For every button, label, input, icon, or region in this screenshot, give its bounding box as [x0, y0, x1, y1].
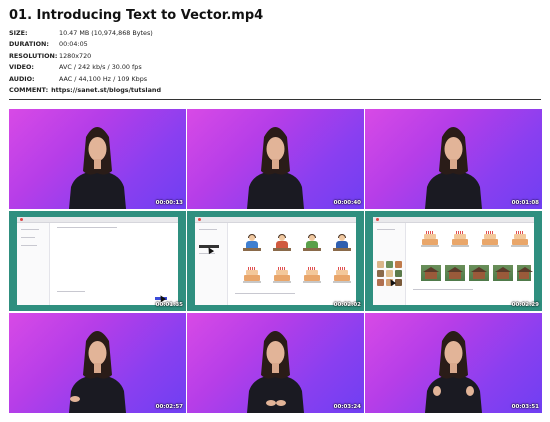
meta-resolution: RESOLUTION: 1280x720 — [9, 51, 161, 62]
kid-illustration-icon — [243, 234, 261, 253]
meta-size-value: 10.47 MB (10,974,868 Bytes) — [59, 29, 153, 37]
cake-illustration-icon — [481, 231, 499, 247]
thumbnail-timestamp: 00:02:02 — [333, 302, 361, 308]
thumbnail-speaker[interactable]: 00:00:40 — [187, 109, 364, 209]
presenter-figure — [247, 331, 304, 413]
meta-video-label: VIDEO: — [9, 63, 34, 72]
thumbnail-grid: 00:00:13 00:00:40 00:01:08 00:01:35 00:0… — [9, 109, 542, 413]
window-sidebar — [373, 223, 406, 305]
meta-video-value: AVC / 242 kb/s / 30.00 fps — [59, 63, 142, 72]
meta-duration-label: DURATION: — [9, 40, 49, 49]
thumbnail-speaker[interactable]: 00:02:57 — [9, 313, 186, 413]
kid-illustration-icon — [273, 234, 291, 253]
app-window — [373, 217, 534, 305]
presenter-figure — [247, 127, 304, 209]
meta-size: SIZE: 10.47 MB (10,974,868 Bytes) — [9, 28, 161, 39]
presenter-figure — [69, 127, 126, 209]
thumbnail-speaker[interactable]: 00:03:51 — [365, 313, 542, 413]
thumbnail-speaker[interactable]: 00:01:08 — [365, 109, 542, 209]
cabin-illustration-icon — [517, 265, 533, 281]
thumbnail-screen[interactable]: 00:02:02 — [187, 211, 364, 311]
cabin-illustration-icon — [421, 265, 441, 281]
window-sidebar — [17, 223, 50, 305]
kid-illustration-icon — [333, 234, 351, 253]
thumbnail-screen[interactable]: 00:01:35 — [9, 211, 186, 311]
meta-duration-value: 00:04:05 — [59, 40, 88, 49]
presenter-figure — [425, 127, 482, 209]
cake-illustration-icon — [511, 231, 529, 247]
meta-resolution-value: 1280x720 — [59, 51, 92, 60]
cake-illustration-icon — [243, 267, 261, 283]
cabin-illustration-icon — [469, 265, 489, 281]
meta-resolution-label: RESOLUTION: — [9, 51, 58, 60]
meta-comment: COMMENT: https://sanet.st/blogs/tutsland — [9, 85, 161, 96]
presenter-figure — [425, 331, 482, 413]
meta-comment-value[interactable]: https://sanet.st/blogs/tutsland — [51, 85, 161, 96]
cabin-illustration-icon — [493, 265, 513, 281]
meta-duration: DURATION: 00:04:05 — [9, 39, 161, 50]
thumbnail-timestamp: 00:01:08 — [511, 200, 539, 206]
thumbnail-timestamp: 00:03:24 — [333, 404, 361, 410]
meta-comment-label: COMMENT: — [9, 85, 49, 94]
cake-illustration-icon — [333, 267, 351, 283]
app-window — [17, 217, 178, 305]
cake-illustration-icon — [451, 231, 469, 247]
presenter-figure — [69, 331, 126, 413]
thumbnail-screen[interactable]: 00:02:29 — [365, 211, 542, 311]
meta-audio-value: AAC / 44,100 Hz / 109 Kbps — [59, 74, 148, 83]
cabin-illustration-icon — [445, 265, 465, 281]
thumbnail-timestamp: 00:02:29 — [511, 302, 539, 308]
meta-audio-label: AUDIO: — [9, 74, 35, 83]
window-sidebar — [195, 223, 228, 305]
meta-video: VIDEO: AVC / 242 kb/s / 30.00 fps — [9, 62, 161, 73]
thumbnail-speaker[interactable]: 00:00:13 — [9, 109, 186, 209]
metadata-block: SIZE: 10.47 MB (10,974,868 Bytes) DURATI… — [9, 28, 161, 96]
meta-audio: AUDIO: AAC / 44,100 Hz / 109 Kbps — [9, 74, 161, 85]
thumbnail-speaker[interactable]: 00:03:24 — [187, 313, 364, 413]
thumbnail-timestamp: 00:03:51 — [511, 404, 539, 410]
thumbnail-timestamp: 00:00:40 — [333, 200, 361, 206]
cake-illustration-icon — [421, 231, 439, 247]
file-title: 01. Introducing Text to Vector.mp4 — [9, 8, 264, 23]
thumbnail-timestamp: 00:02:57 — [155, 404, 183, 410]
thumbnail-timestamp: 00:00:13 — [155, 200, 183, 206]
cake-illustration-icon — [303, 267, 321, 283]
app-window — [195, 217, 356, 305]
kid-illustration-icon — [303, 234, 321, 253]
cake-illustration-icon — [273, 267, 291, 283]
meta-size-label: SIZE: — [9, 29, 28, 37]
thumbnail-timestamp: 00:01:35 — [155, 302, 183, 308]
header-divider — [9, 99, 541, 100]
